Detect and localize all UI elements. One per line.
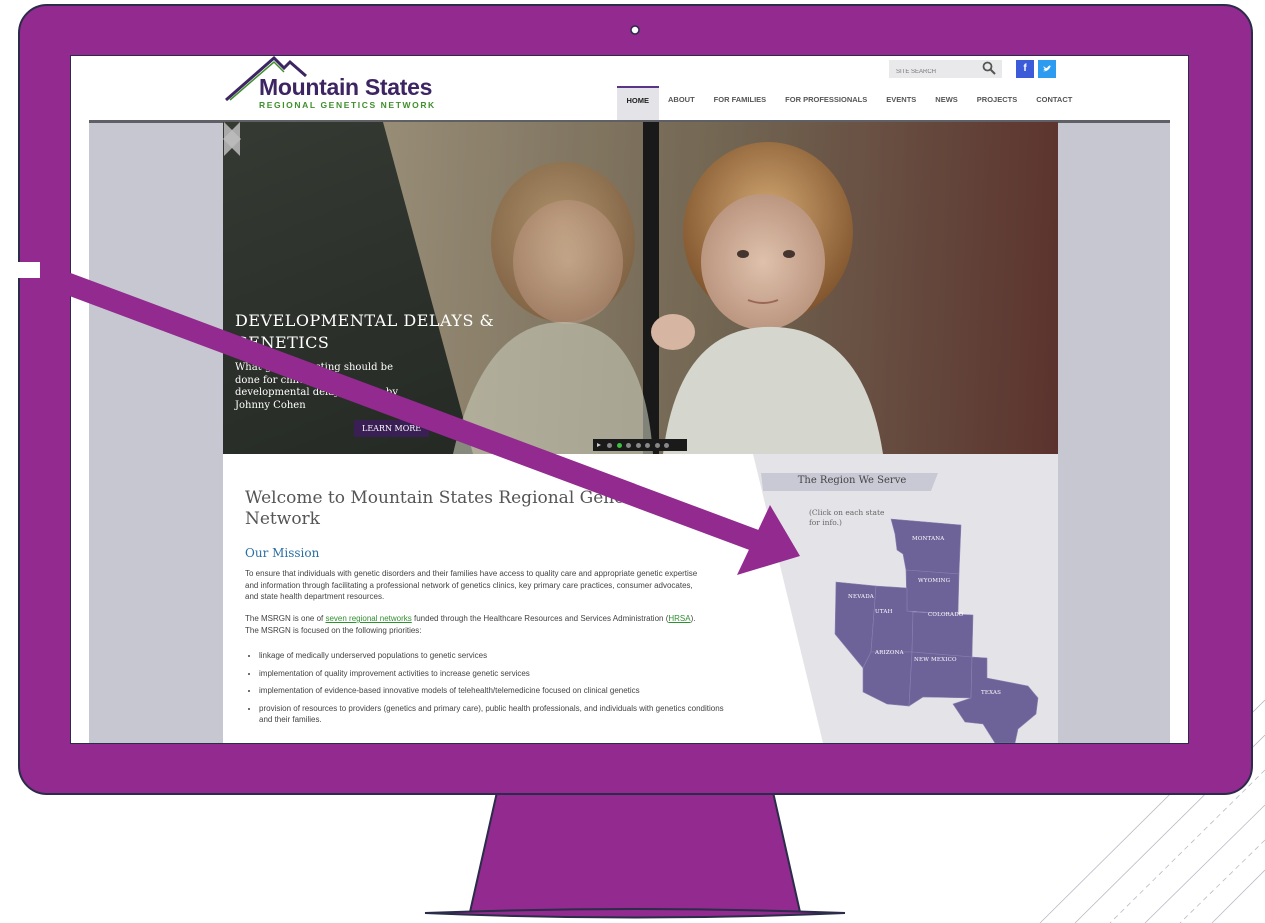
colorado-label: COLORADO [928,612,964,618]
logo-title: Mountain States [259,74,433,100]
webcam-dot [630,25,640,35]
texas-label: TEXAS [981,690,1002,696]
nav-news[interactable]: NEWS [926,86,968,120]
state-arizona[interactable] [862,651,913,707]
state-utah[interactable] [870,585,914,653]
slide-dot[interactable] [654,442,660,448]
search-icon[interactable] [982,61,996,75]
slide-dot[interactable] [635,442,641,448]
hero-title: DEVELOPMENTAL DELAYS & GENETICS [235,311,495,352]
state-wyoming[interactable] [905,569,960,615]
slide-dot-active[interactable] [616,442,622,448]
logo-subtitle: REGIONAL GENETICS NETWORK [259,100,436,110]
nav-for-professionals[interactable]: FOR PROFESSIONALS [776,86,877,120]
state-montana[interactable] [890,518,962,575]
facebook-icon[interactable]: f [1016,60,1034,78]
monitor-stand [468,791,802,913]
learn-more-button[interactable]: LEARN MORE [354,420,430,437]
slide-dot[interactable] [607,442,612,448]
main-content: Welcome to Mountain States Regional Gene… [223,454,1058,743]
slide-indicator [593,439,687,451]
twitter-icon[interactable] [1038,60,1056,78]
search-input[interactable] [889,63,976,81]
region-map [834,518,1039,743]
new-mexico-label: NEW MEXICO [914,657,957,663]
screen: Mountain States REGIONAL GENETICS NETWOR… [71,56,1188,743]
nav-projects[interactable]: PROJECTS [967,86,1026,120]
play-icon[interactable] [597,443,601,447]
nav-about[interactable]: ABOUT [659,86,705,120]
nevada-label: NEVADA [848,594,874,600]
slide-dot[interactable] [626,442,631,448]
nav-home[interactable]: HOME [617,86,659,120]
slide-dot[interactable] [645,442,650,448]
hero-caption: What genetic testing should be done for … [235,362,398,411]
hero-slider: DEVELOPMENTAL DELAYS & GENETICS What gen… [223,122,1058,454]
nav-for-families[interactable]: FOR FAMILIES [704,86,776,120]
state-colorado[interactable] [911,611,974,658]
montana-label: MONTANA [912,536,945,542]
arizona-label: ARIZONA [875,650,904,656]
main-nav: HOME ABOUT FOR FAMILIES FOR PROFESSIONAL… [617,86,1082,120]
utah-label: UTAH [875,609,893,615]
next-slide-icon[interactable] [223,122,241,156]
wyoming-label: WYOMING [918,578,951,584]
site-header: Mountain States REGIONAL GENETICS NETWOR… [71,56,1188,122]
slide-dot[interactable] [664,442,669,448]
monitor-base [424,908,846,919]
nav-contact[interactable]: CONTACT [1027,86,1082,120]
site-logo[interactable]: Mountain States REGIONAL GENETICS NETWOR… [224,56,454,118]
nav-events[interactable]: EVENTS [877,86,926,120]
site-search [889,60,1002,81]
